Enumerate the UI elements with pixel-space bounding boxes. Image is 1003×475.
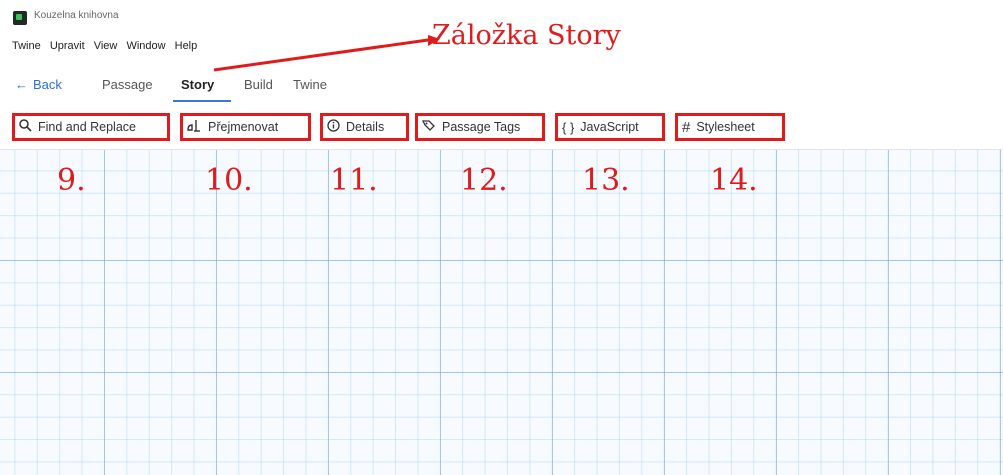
back-label: Back: [33, 77, 62, 92]
hash-icon: #: [682, 118, 691, 136]
annotation-number-10: 10.: [205, 163, 253, 198]
info-icon: [327, 119, 340, 135]
tab-twine[interactable]: Twine: [293, 77, 327, 92]
find-replace-button[interactable]: Find and Replace: [12, 113, 170, 141]
rename-icon: [187, 119, 202, 135]
passage-tags-button[interactable]: Passage Tags: [415, 113, 545, 141]
javascript-label: JavaScript: [580, 120, 639, 134]
stylesheet-button[interactable]: # Stylesheet: [675, 113, 785, 141]
stylesheet-label: Stylesheet: [696, 120, 755, 134]
annotation-number-11: 11.: [330, 163, 378, 198]
tab-story[interactable]: Story: [181, 77, 214, 92]
arrow-left-icon: ←: [15, 77, 28, 92]
annotation-number-14: 14.: [710, 163, 758, 198]
passage-tags-label: Passage Tags: [442, 120, 521, 134]
active-tab-indicator: [173, 100, 231, 102]
rename-label: Přejmenovat: [208, 120, 279, 134]
annotation-number-12: 12.: [460, 163, 508, 198]
tab-passage[interactable]: Passage: [102, 77, 153, 92]
story-map-canvas[interactable]: [0, 150, 1003, 475]
details-button[interactable]: Details: [320, 113, 409, 141]
details-label: Details: [346, 120, 385, 134]
rename-button[interactable]: Přejmenovat: [180, 113, 311, 141]
find-replace-label: Find and Replace: [38, 120, 136, 134]
braces-icon: { }: [562, 119, 575, 135]
search-icon: [19, 119, 32, 135]
annotation-number-13: 13.: [582, 163, 630, 198]
back-button[interactable]: ← Back: [15, 77, 62, 92]
tag-icon: [421, 119, 436, 135]
tab-build[interactable]: Build: [244, 77, 273, 92]
javascript-button[interactable]: { } JavaScript: [555, 113, 665, 141]
story-toolbar: Find and Replace Přejmenovat Details Pas…: [0, 103, 1003, 150]
annotation-number-9: 9.: [57, 163, 86, 198]
top-tab-row: ← Back Passage Story Build Twine: [0, 68, 1003, 100]
